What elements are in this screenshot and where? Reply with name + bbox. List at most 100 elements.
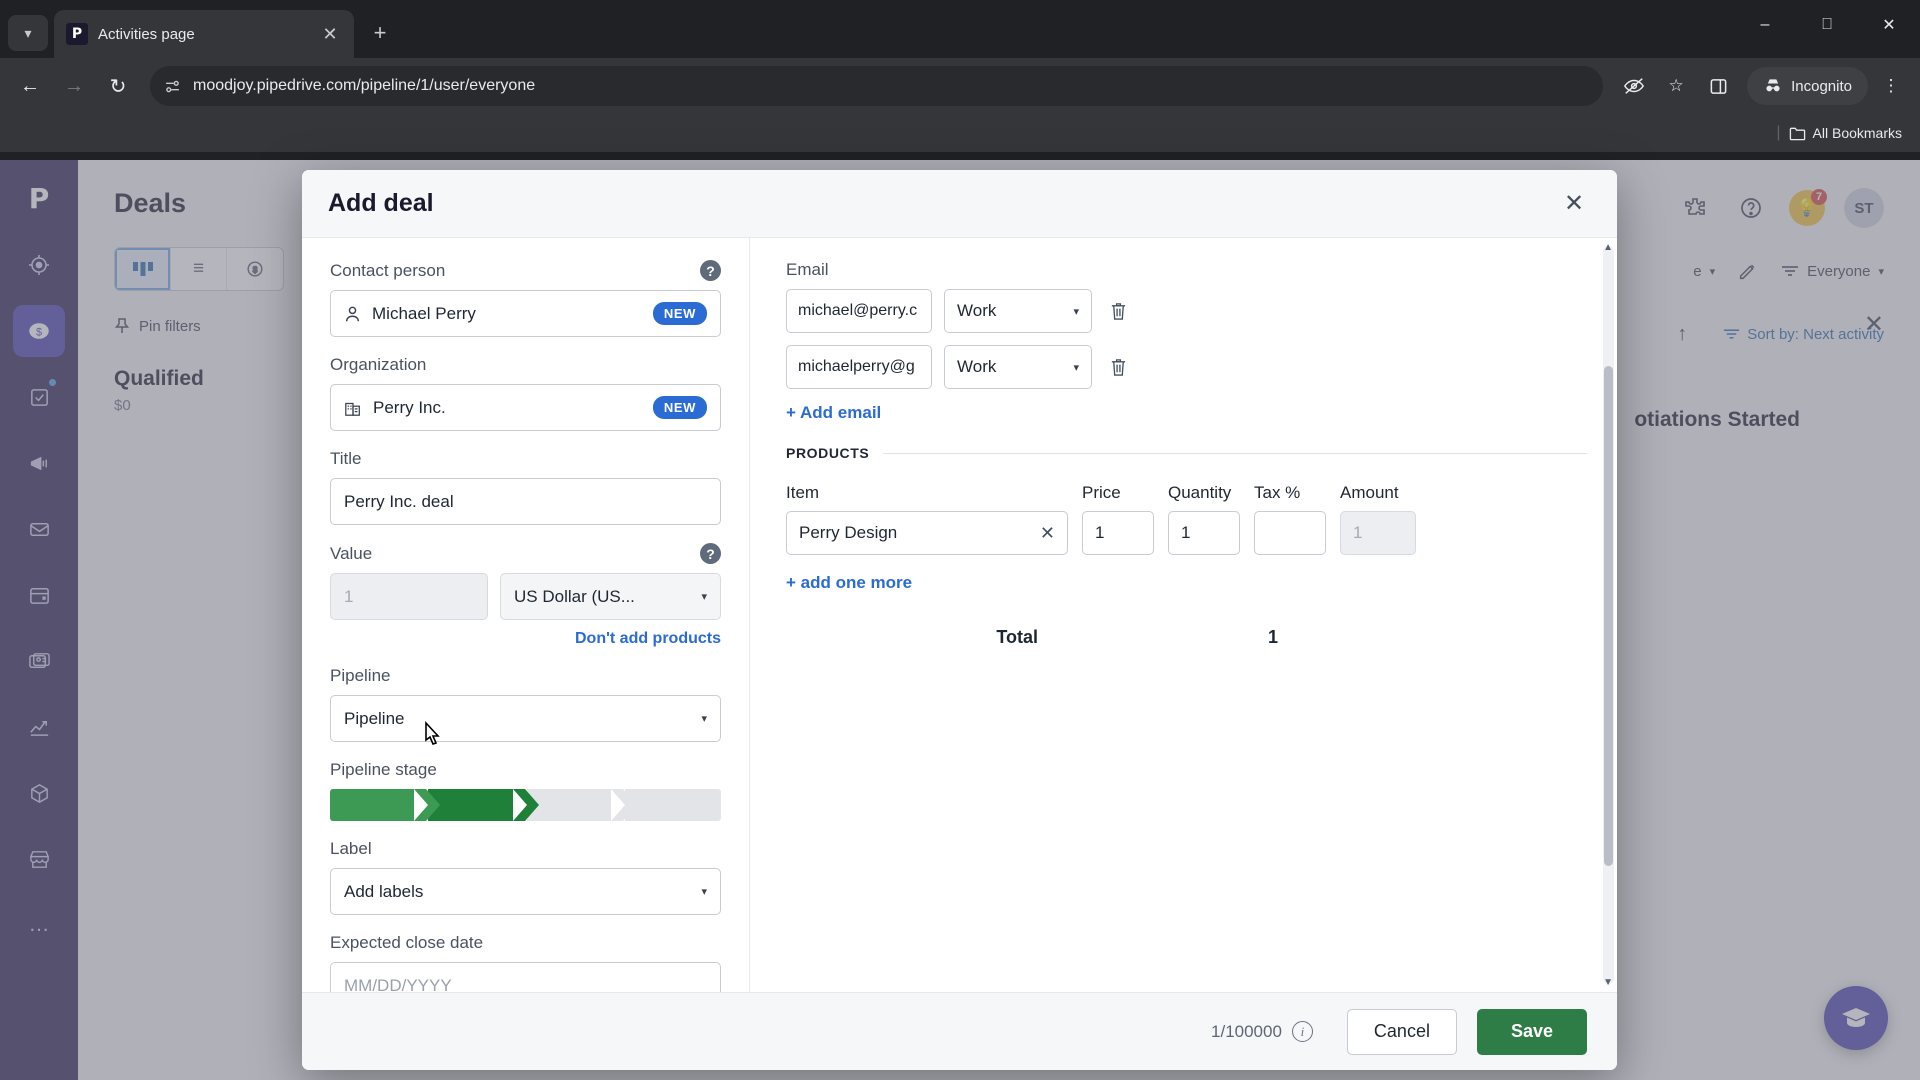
all-bookmarks-button[interactable]: All Bookmarks	[1789, 125, 1902, 141]
dialog-right-column: Email michael@perry.c Work ▾ michaelperr…	[750, 238, 1617, 992]
chevron-down-icon: ▾	[1073, 361, 1079, 374]
add-one-more-link[interactable]: + add one more	[786, 573, 1587, 593]
new-tab-button[interactable]: +	[362, 15, 398, 51]
scroll-down-icon[interactable]: ▼	[1603, 977, 1613, 988]
email-type-value: Work	[957, 301, 997, 320]
reload-icon[interactable]: ↻	[98, 66, 138, 106]
forward-icon[interactable]: →	[54, 66, 94, 106]
email-type-value: Work	[957, 357, 997, 376]
dialog-footer: 1/100000 i Cancel Save	[302, 992, 1617, 1070]
minimize-icon[interactable]: –	[1734, 0, 1796, 50]
dialog-close-icon[interactable]: ✕	[1557, 187, 1591, 221]
email-input[interactable]: michael@perry.c	[786, 289, 932, 333]
address-bar[interactable]: moodjoy.pipedrive.com/pipeline/1/user/ev…	[150, 66, 1604, 106]
email-type-select[interactable]: Work ▾	[944, 345, 1092, 389]
tab-strip: ▾ P Activities page ✕ + – ⎕ ✕	[0, 0, 1920, 58]
chevron-down-icon: ▾	[24, 24, 32, 41]
contact-person-input[interactable]: Michael Perry NEW	[330, 290, 721, 337]
email-label: Email	[786, 260, 829, 279]
tab-title: Activities page	[98, 25, 195, 43]
currency-value: US Dollar (US...	[514, 586, 635, 606]
character-counter: 1/100000 i	[1211, 1021, 1313, 1042]
tab-search-button[interactable]: ▾	[8, 15, 48, 51]
building-icon	[344, 399, 362, 417]
trash-icon[interactable]	[1104, 357, 1132, 377]
dialog-scrollbar[interactable]	[1603, 246, 1614, 984]
dont-add-products-link[interactable]: Don't add products	[575, 630, 721, 647]
browser-window: ▾ P Activities page ✕ + – ⎕ ✕ ← → ↻ mood…	[0, 0, 1920, 1080]
counter-text: 1/100000	[1211, 1021, 1282, 1041]
label-select[interactable]: Add labels ▾	[330, 868, 721, 915]
products-total-row: Total 1	[786, 627, 1587, 648]
value-label: Value	[330, 543, 373, 563]
pipeline-stage-3[interactable]	[526, 789, 638, 821]
person-icon	[344, 305, 361, 323]
organization-field: Organization Perry Inc. NEW	[330, 355, 721, 431]
currency-select[interactable]: US Dollar (US... ▾	[500, 573, 721, 620]
back-icon[interactable]: ←	[10, 66, 50, 106]
scrollbar-thumb[interactable]	[1604, 366, 1613, 866]
help-icon[interactable]: ?	[700, 260, 721, 281]
organization-value: Perry Inc.	[373, 397, 446, 417]
label-label: Label	[330, 839, 372, 858]
window-close-icon[interactable]: ✕	[1858, 0, 1920, 50]
chevron-down-icon: ▾	[701, 591, 707, 603]
value-field: Value ? 1 US Dollar (US... ▾ Don't add p…	[330, 543, 721, 648]
all-bookmarks-label: All Bookmarks	[1812, 125, 1902, 141]
value-input[interactable]: 1	[330, 573, 488, 620]
label-placeholder: Add labels	[344, 881, 424, 901]
product-quantity-input[interactable]: 1	[1168, 511, 1240, 555]
title-value: Perry Inc. deal	[344, 491, 454, 511]
email-input[interactable]: michaelperry@g	[786, 345, 932, 389]
pipeline-stage-1[interactable]	[330, 789, 441, 821]
expected-close-date-input[interactable]: MM/DD/YYYY	[330, 962, 721, 992]
organization-input[interactable]: Perry Inc. NEW	[330, 384, 721, 431]
dialog-left-column: Contact person ? Michael Perry NEW Organ…	[302, 238, 750, 992]
pipeline-stage-2[interactable]	[428, 789, 539, 821]
contact-person-field: Contact person ? Michael Perry NEW	[330, 260, 721, 337]
title-input[interactable]: Perry Inc. deal	[330, 478, 721, 525]
add-email-link[interactable]: + Add email	[786, 403, 1587, 423]
save-button[interactable]: Save	[1476, 1008, 1587, 1055]
side-panel-icon[interactable]	[1699, 67, 1737, 105]
incognito-indicator[interactable]: Incognito	[1747, 67, 1868, 105]
maximize-icon[interactable]: ⎕	[1796, 0, 1858, 50]
cancel-button[interactable]: Cancel	[1346, 1008, 1457, 1055]
window-controls: – ⎕ ✕	[1734, 0, 1920, 50]
pipeline-stage-4[interactable]	[624, 789, 721, 821]
browser-tab[interactable]: P Activities page ✕	[54, 10, 354, 58]
products-table-header: Item Price Quantity Tax % Amount	[786, 483, 1587, 503]
contact-person-label: Contact person	[330, 260, 446, 280]
scroll-up-icon[interactable]: ▲	[1603, 242, 1613, 253]
info-icon[interactable]: i	[1291, 1021, 1313, 1042]
section-divider	[883, 452, 1587, 454]
chrome-menu-icon[interactable]: ⋮	[1872, 67, 1910, 105]
products-table: Item Price Quantity Tax % Amount Perry D…	[786, 483, 1587, 648]
column-tax: Tax %	[1254, 483, 1301, 502]
email-type-select[interactable]: Work ▾	[944, 289, 1092, 333]
pipeline-select[interactable]: Pipeline ▾	[330, 695, 721, 742]
tab-close-icon[interactable]: ✕	[318, 22, 342, 46]
clear-icon[interactable]: ✕	[1040, 523, 1055, 544]
dialog-body: Contact person ? Michael Perry NEW Organ…	[302, 238, 1617, 992]
tracking-protection-icon[interactable]	[1615, 67, 1653, 105]
expected-close-date-field: Expected close date MM/DD/YYYY	[330, 933, 721, 992]
expected-close-date-label: Expected close date	[330, 933, 484, 952]
incognito-label: Incognito	[1791, 77, 1852, 95]
dialog-title: Add deal	[328, 189, 434, 217]
product-item-input[interactable]: Perry Design ✕	[786, 511, 1068, 555]
total-label: Total	[996, 627, 1038, 647]
site-settings-icon[interactable]	[164, 78, 181, 95]
product-price-input[interactable]: 1	[1082, 511, 1154, 555]
pipeline-value: Pipeline	[344, 708, 405, 728]
column-quantity: Quantity	[1168, 483, 1232, 502]
trash-icon[interactable]	[1104, 301, 1132, 321]
value-placeholder: 1	[344, 586, 354, 606]
help-icon[interactable]: ?	[700, 543, 721, 564]
contact-person-value: Michael Perry	[372, 303, 476, 323]
bookmark-star-icon[interactable]: ☆	[1657, 67, 1695, 105]
chevron-down-icon: ▾	[701, 886, 707, 898]
product-tax-input[interactable]	[1254, 511, 1326, 555]
chevron-down-icon: ▾	[701, 713, 707, 725]
folder-icon	[1789, 126, 1806, 141]
